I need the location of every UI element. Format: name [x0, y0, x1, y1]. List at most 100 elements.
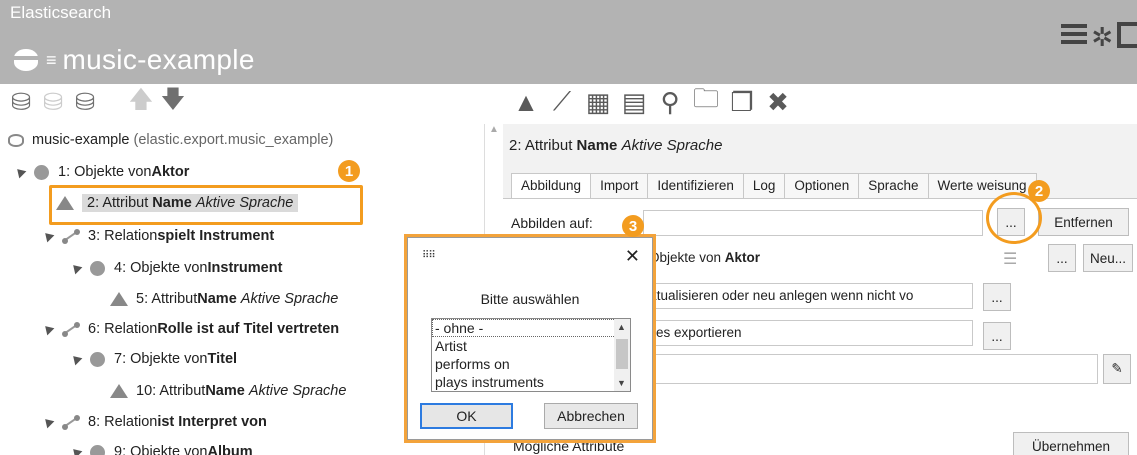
expand-icon[interactable]: [69, 445, 83, 455]
db-icon[interactable]: ⛁: [40, 89, 66, 116]
scroll-up-icon[interactable]: ▲: [617, 322, 626, 332]
expression-field[interactable]: [643, 354, 1098, 384]
tree-node-10[interactable]: 10: Attribut Name Aktive Sprache: [110, 379, 346, 403]
expand-icon[interactable]: [69, 352, 83, 366]
tree-node-7[interactable]: 7: Objekte von Titel: [69, 347, 238, 371]
remove-button[interactable]: Entfernen: [1038, 208, 1129, 236]
relation-icon: [62, 322, 80, 337]
list-item[interactable]: performs on: [432, 355, 630, 373]
tree-root[interactable]: music-example (elastic.export.music_exam…: [8, 128, 333, 152]
attribute-icon: [110, 384, 128, 398]
scroll-up-arrow[interactable]: ▲: [486, 124, 502, 140]
node-prefix: 10: Attribut: [136, 383, 206, 399]
title-prefix: 2: Attribut: [509, 137, 577, 154]
scroll-thumb[interactable]: [616, 339, 628, 369]
edit-pencil-button[interactable]: ✎: [1103, 354, 1131, 384]
qr-icon[interactable]: ▦: [582, 87, 614, 117]
list-item[interactable]: - ohne -: [432, 319, 630, 337]
tab-abbildung[interactable]: Abbildung: [511, 173, 592, 199]
tree-node-1[interactable]: 1: Objekte von Aktor: [13, 160, 190, 184]
node-bold: Aktor: [151, 164, 190, 180]
node-prefix: 5: Attribut: [136, 291, 198, 307]
node-prefix: 4: Objekte von: [114, 260, 208, 276]
tree-node-8[interactable]: 8: Relation ist Interpret von: [41, 410, 267, 434]
tab-sprache[interactable]: Sprache: [858, 173, 929, 199]
expand-icon[interactable]: [69, 261, 83, 275]
list-item[interactable]: Artist: [432, 337, 630, 355]
search-icon[interactable]: ⚲: [654, 87, 686, 117]
pencil-icon: ✎: [1111, 361, 1123, 376]
menu-icon[interactable]: [1061, 24, 1088, 53]
delete-icon[interactable]: ✖: [762, 87, 794, 117]
node-italic: Aktive Sprache: [240, 291, 339, 307]
listbox-scrollbar[interactable]: ▲ ▼: [614, 319, 630, 391]
detail-tabs: Abbildung Import Identifizieren Log Opti…: [511, 173, 1037, 199]
callout-1: 1: [338, 160, 360, 182]
node-bold: Name: [197, 291, 237, 307]
export-select[interactable]: lles exportieren: [643, 320, 973, 346]
relation-icon[interactable]: ⟋: [546, 86, 578, 116]
apply-button[interactable]: Übernehmen: [1013, 432, 1129, 455]
node-bold: spielt Instrument: [157, 228, 275, 244]
tab-optionen[interactable]: Optionen: [784, 173, 860, 199]
title-bold: Name: [576, 137, 618, 154]
relation-icon: [62, 229, 80, 244]
object-prefix: Objekte von: [649, 250, 725, 265]
arrow-down-icon[interactable]: 🡇: [160, 86, 186, 115]
copy-icon[interactable]: ❐: [726, 87, 758, 117]
expand-icon[interactable]: [41, 229, 55, 243]
export-browse-button[interactable]: ...: [983, 322, 1011, 350]
node-prefix: 9: Objekte von: [114, 444, 208, 455]
list-icon[interactable]: ▤: [618, 87, 650, 117]
expand-icon[interactable]: [13, 165, 27, 179]
upload-db-icon[interactable]: ⛁: [8, 89, 34, 116]
tree-node-4[interactable]: 4: Objekte von Instrument: [69, 256, 283, 280]
database-icon: [8, 133, 24, 147]
scroll-down-icon[interactable]: ▼: [617, 378, 626, 388]
app-icon: ⠿⠿: [422, 250, 436, 261]
object-browse-button[interactable]: ...: [1048, 244, 1076, 272]
expand-icon[interactable]: [41, 415, 55, 429]
callout-3: 3: [622, 215, 644, 237]
node-prefix: 8: Relation: [88, 414, 158, 430]
options-listbox[interactable]: - ohne - Artist performs on plays instru…: [431, 318, 631, 392]
list-item[interactable]: plays instruments: [432, 373, 630, 391]
list-lines-icon: ≡: [46, 49, 57, 70]
object-field[interactable]: Objekte von Aktor: [643, 246, 1013, 272]
download-db-icon[interactable]: ⛁: [72, 89, 98, 116]
tab-import[interactable]: Import: [590, 173, 649, 199]
cancel-button[interactable]: Abbrechen: [544, 403, 638, 429]
gear-icon[interactable]: ✲: [1091, 22, 1113, 53]
window-icon[interactable]: [1117, 22, 1137, 48]
object-icon: [90, 351, 105, 367]
map-field[interactable]: [643, 210, 983, 236]
node-prefix: 3: Relation: [88, 228, 158, 244]
header-icons: ✲: [1061, 22, 1137, 53]
close-icon[interactable]: ✕: [625, 246, 640, 267]
node-bold: Titel: [207, 351, 238, 367]
select-dialog: ⠿⠿ ✕ Bitte auswählen - ohne - Artist per…: [407, 237, 653, 440]
node-bold: ist Interpret von: [157, 414, 267, 430]
object-icon: [90, 444, 105, 455]
mode-browse-button[interactable]: ...: [983, 283, 1011, 311]
mode-select[interactable]: ktualisieren oder neu anlegen wenn nicht…: [643, 283, 973, 309]
node-bold: Album: [207, 444, 253, 455]
triangle-icon[interactable]: ▲: [510, 87, 542, 117]
node-bold: Instrument: [207, 260, 283, 276]
detail-title: 2: Attribut Name Aktive Sprache: [509, 137, 722, 154]
tree-list-icon: ☰: [1003, 251, 1018, 268]
tab-log[interactable]: Log: [742, 173, 786, 199]
highlight-box-1: [49, 185, 363, 225]
tree-node-5[interactable]: 5: Attribut Name Aktive Sprache: [110, 287, 338, 311]
folder-icon[interactable]: 🗀: [690, 83, 722, 115]
tree-node-3[interactable]: 3: Relation spielt Instrument: [41, 224, 275, 248]
tree-node-6[interactable]: 6: Relation Rolle ist auf Titel vertrete…: [41, 317, 339, 341]
node-prefix: 1: Objekte von: [58, 164, 152, 180]
tree-node-9[interactable]: 9: Objekte von Album: [69, 440, 253, 455]
expand-icon[interactable]: [41, 322, 55, 336]
ok-button[interactable]: OK: [420, 403, 513, 429]
object-icon: [90, 260, 105, 276]
new-button[interactable]: Neu...: [1083, 244, 1133, 272]
arrow-up-icon[interactable]: 🡅: [128, 86, 154, 115]
tab-identifizieren[interactable]: Identifizieren: [647, 173, 744, 199]
